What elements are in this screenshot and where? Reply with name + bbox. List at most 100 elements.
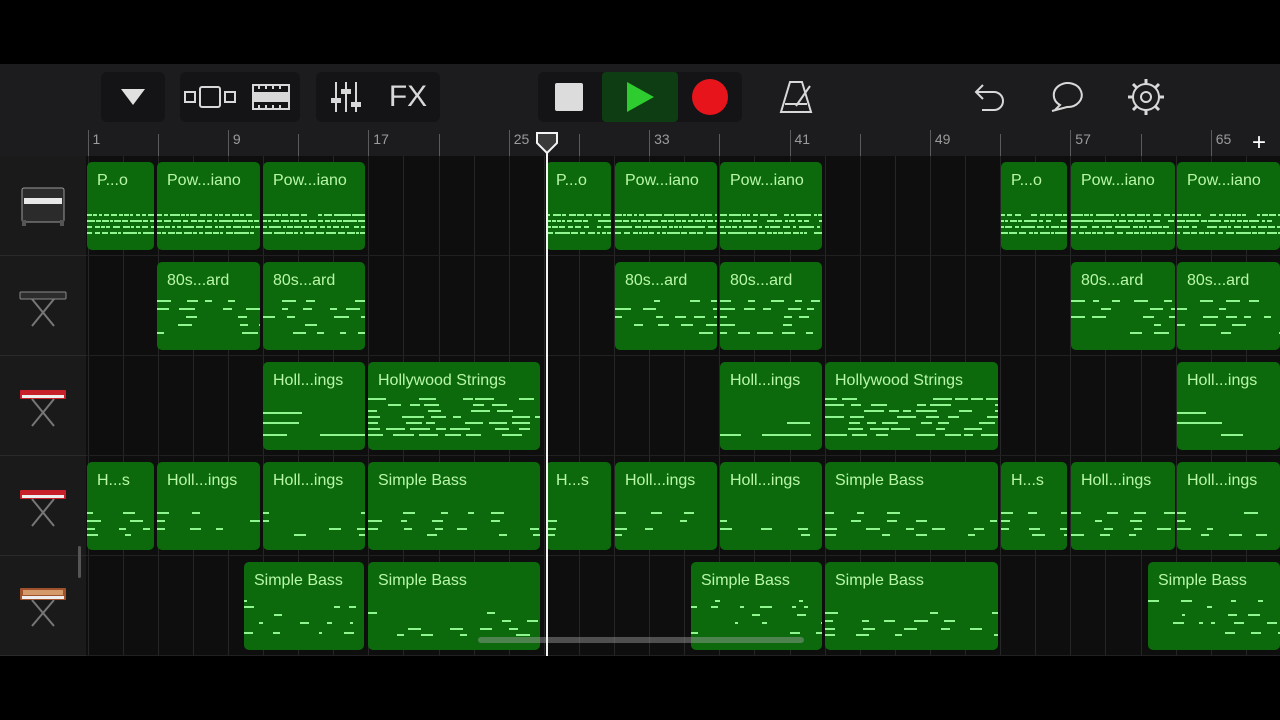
midi-region[interactable]: H...s [87,462,154,550]
midi-note [1186,220,1193,222]
midi-note [753,220,758,222]
tracks-view-button[interactable] [242,72,300,122]
midi-note [123,214,130,216]
midi-note [867,422,877,424]
midi-note [1210,226,1218,228]
midi-note [702,220,707,222]
midi-region[interactable]: Simple Bass [368,462,540,550]
midi-region[interactable]: Holl...ings [1071,462,1175,550]
midi-note [1130,332,1142,334]
midi-region[interactable]: 80s...ard [720,262,822,350]
midi-note [1107,214,1114,216]
midi-region[interactable]: Holl...ings [1177,362,1280,450]
midi-note [770,300,784,302]
midi-note [1091,226,1100,228]
loop-browser-button[interactable] [1044,72,1090,122]
midi-note [582,220,589,222]
midi-note [742,214,747,216]
midi-note [675,316,686,318]
midi-note [1182,232,1190,234]
horizontal-scrollbar[interactable] [478,637,804,643]
midi-note [904,628,918,630]
midi-region[interactable]: Holl...ings [263,462,365,550]
midi-note [1210,232,1215,234]
midi-note [320,434,365,436]
midi-region[interactable]: H...s [546,462,611,550]
midi-note [615,512,626,514]
track-header-1[interactable] [0,156,86,256]
midi-note [915,534,928,536]
midi-region[interactable]: Holl...ings [615,462,717,550]
midi-note [748,300,755,302]
midi-region[interactable]: Holl...ings [720,362,822,450]
midi-region[interactable]: P...o [546,162,611,250]
midi-note [157,512,170,514]
midi-region[interactable]: 80s...ard [1071,262,1175,350]
playhead-handle[interactable] [535,131,559,155]
midi-region[interactable]: Hollywood Strings [825,362,998,450]
midi-note [1225,300,1240,302]
ruler-tick [508,130,510,156]
fx-button[interactable]: FX [378,72,438,122]
midi-note [714,600,721,602]
browser-menu-button[interactable] [101,72,165,122]
track-view-icon [184,86,236,108]
midi-note [841,398,857,400]
midi-region[interactable]: P...o [87,162,154,250]
metronome-button[interactable] [772,72,822,122]
midi-note [570,232,578,234]
midi-note [289,214,296,216]
midi-region[interactable]: Pow...iano [615,162,717,250]
midi-region[interactable]: 80s...ard [157,262,260,350]
midi-region[interactable]: 80s...ard [263,262,365,350]
add-section-button[interactable]: + [1242,130,1276,156]
midi-region[interactable]: Holl...ings [157,462,260,550]
midi-note [296,214,300,216]
midi-region[interactable]: Hollywood Strings [368,362,540,450]
midi-note [806,226,815,228]
midi-region[interactable]: Holl...ings [1177,462,1280,550]
region-name: Holl...ings [1187,372,1258,389]
play-button[interactable] [602,72,678,122]
midi-region[interactable]: Simple Bass [1148,562,1280,650]
midi-region[interactable]: Simple Bass [244,562,364,650]
tracks-area[interactable]: P...o Pow...iano Pow...iano P...o Pow...iano… [86,156,1280,656]
midi-note [1106,512,1118,514]
midi-note [1141,214,1146,216]
midi-region[interactable]: Holl...ings [720,462,822,550]
midi-note [866,528,880,530]
midi-region[interactable]: P...o [1001,162,1067,250]
midi-region[interactable]: 80s...ard [1177,262,1280,350]
midi-region[interactable]: Pow...iano [1177,162,1280,250]
track-header-2[interactable] [0,256,86,356]
midi-region[interactable]: 80s...ard [615,262,717,350]
midi-region[interactable]: Simple Bass [825,462,998,550]
mixer-button[interactable] [316,72,376,122]
midi-note [1233,622,1244,624]
track-header-4[interactable] [0,456,86,556]
track-view-button[interactable] [180,72,240,122]
midi-region[interactable]: Holl...ings [263,362,365,450]
midi-region[interactable]: Pow...iano [157,162,260,250]
midi-note [242,332,259,334]
track-header-3[interactable] [0,356,86,456]
midi-note [239,220,248,222]
midi-region[interactable]: Pow...iano [720,162,822,250]
bar-ruler[interactable]: 1 9 17 25 33 41 49 57 65 [86,130,1280,156]
midi-note [691,606,697,608]
midi-note [263,226,268,228]
midi-note [1181,614,1186,616]
midi-note [1243,226,1249,228]
undo-button[interactable] [966,72,1012,122]
midi-note [1080,226,1088,228]
midi-region[interactable]: Pow...iano [263,162,365,250]
track-header-5[interactable] [0,556,86,656]
record-button[interactable] [680,72,740,122]
midi-region[interactable]: Pow...iano [1071,162,1175,250]
midi-note [792,232,799,234]
midi-region[interactable]: Simple Bass [825,562,998,650]
midi-note [1061,220,1067,222]
stop-button[interactable] [538,72,600,122]
settings-button[interactable] [1122,72,1170,122]
midi-region[interactable]: H...s [1001,462,1067,550]
